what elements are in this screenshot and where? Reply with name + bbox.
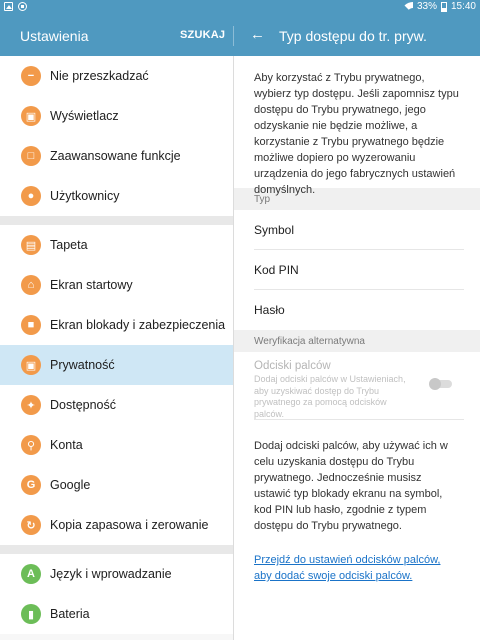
app-header: Ustawienia SZUKAJ ← Typ dostępu do tr. p… <box>0 16 480 56</box>
sidebar-item-label: Prywatność <box>50 358 115 372</box>
sidebar-item-label: Dostępność <box>50 398 117 412</box>
sidebar-item-label: Zaawansowane funkcje <box>50 149 181 163</box>
sidebar-item-lock-screen[interactable]: ■ Ekran blokady i zabezpieczenia <box>0 305 233 345</box>
fingerprint-toggle <box>429 378 452 390</box>
display-icon: ▣ <box>21 106 41 126</box>
sidebar-item-accounts[interactable]: ⚲ Konta <box>0 425 233 465</box>
group-divider <box>0 545 233 554</box>
page-title: Typ dostępu do tr. pryw. <box>279 28 427 44</box>
sidebar-item-wallpaper[interactable]: ▤ Tapeta <box>0 225 233 265</box>
status-bar: 33% 15:40 <box>0 0 480 16</box>
sidebar-item-language-input[interactable]: A Język i wprowadzanie <box>0 554 233 594</box>
fingerprint-description: Dodaj odciski palców w Ustawieniach, aby… <box>254 374 406 419</box>
google-icon: G <box>21 475 41 495</box>
download-notification-icon <box>18 2 27 11</box>
search-button[interactable]: SZUKAJ <box>180 29 225 41</box>
do-not-disturb-icon: − <box>21 66 41 86</box>
option-pin[interactable]: Kod PIN <box>234 250 480 290</box>
accessibility-icon: ✦ <box>21 395 41 415</box>
fingerprint-setting: Odciski palców Dodaj odciski palców w Us… <box>234 352 480 420</box>
settings-title: Ustawienia <box>20 28 89 44</box>
sidebar-item-privacy[interactable]: ▣ Prywatność <box>0 345 233 385</box>
settings-group: − Nie przeszkadzać ▣ Wyświetlacz □ Zaawa… <box>0 56 233 216</box>
settings-sidebar: − Nie przeszkadzać ▣ Wyświetlacz □ Zaawa… <box>0 56 233 640</box>
battery-icon: ▮ <box>21 604 41 624</box>
sidebar-item-label: Bateria <box>50 607 90 621</box>
fingerprint-divider <box>254 419 464 420</box>
detail-panel: Aby korzystać z Trybu prywatnego, wybier… <box>234 56 480 640</box>
option-symbol[interactable]: Symbol <box>234 210 480 250</box>
sidebar-item-google[interactable]: G Google <box>0 465 233 505</box>
sidebar-item-label: Wyświetlacz <box>50 109 119 123</box>
sidebar-item-label: Konta <box>50 438 83 452</box>
option-password[interactable]: Hasło <box>234 290 480 330</box>
clock: 15:40 <box>450 1 476 12</box>
sidebar-item-do-not-disturb[interactable]: − Nie przeszkadzać <box>0 56 233 96</box>
sidebar-item-display[interactable]: ▣ Wyświetlacz <box>0 96 233 136</box>
settings-group: ▤ Tapeta ⌂ Ekran startowy ■ Ekran blokad… <box>0 225 233 545</box>
intro-text: Aby korzystać z Trybu prywatnego, wybier… <box>254 72 459 196</box>
language-icon: A <box>21 564 41 584</box>
sidebar-item-label: Kopia zapasowa i zerowanie <box>50 518 209 532</box>
wifi-icon <box>400 2 413 11</box>
settings-group: A Język i wprowadzanie ▮ Bateria <box>0 554 233 634</box>
status-right: 33% 15:40 <box>400 1 476 12</box>
sidebar-item-label: Google <box>50 478 91 492</box>
header-divider <box>233 26 234 46</box>
privacy-icon: ▣ <box>21 355 41 375</box>
back-arrow-icon[interactable]: ← <box>250 26 265 43</box>
fingerprint-info-text: Dodaj odciski palców, aby używać ich w c… <box>254 440 448 532</box>
sidebar-item-label: Ekran blokady i zabezpieczenia <box>50 318 226 332</box>
battery-percent: 33% <box>416 1 437 12</box>
battery-icon <box>440 1 447 12</box>
fingerprint-settings-link[interactable]: Przejdź do ustawień odcisków palców, aby… <box>234 534 480 584</box>
advanced-features-icon: □ <box>21 146 41 166</box>
sidebar-item-label: Ekran startowy <box>50 278 133 292</box>
alt-verification-header: Weryfikacja alternatywna <box>234 330 480 352</box>
key-icon: ⚲ <box>21 435 41 455</box>
sidebar-item-users[interactable]: ● Użytkownicy <box>0 176 233 216</box>
sidebar-item-home-screen[interactable]: ⌂ Ekran startowy <box>0 265 233 305</box>
sidebar-item-battery[interactable]: ▮ Bateria <box>0 594 233 634</box>
sidebar-item-backup-reset[interactable]: ↻ Kopia zapasowa i zerowanie <box>0 505 233 545</box>
home-icon: ⌂ <box>21 275 41 295</box>
sidebar-item-advanced-features[interactable]: □ Zaawansowane funkcje <box>0 136 233 176</box>
backup-icon: ↻ <box>21 515 41 535</box>
sidebar-item-label: Użytkownicy <box>50 189 120 203</box>
notification-icons <box>4 2 27 11</box>
image-notification-icon <box>4 2 13 11</box>
sidebar-item-accessibility[interactable]: ✦ Dostępność <box>0 385 233 425</box>
users-icon: ● <box>21 186 41 206</box>
sidebar-item-label: Język i wprowadzanie <box>50 567 172 581</box>
lock-icon: ■ <box>21 315 41 335</box>
wallpaper-icon: ▤ <box>21 235 41 255</box>
sidebar-item-label: Nie przeszkadzać <box>50 69 149 83</box>
sidebar-item-label: Tapeta <box>50 238 88 252</box>
fingerprint-title: Odciski palców <box>254 360 331 372</box>
group-divider <box>0 216 233 225</box>
